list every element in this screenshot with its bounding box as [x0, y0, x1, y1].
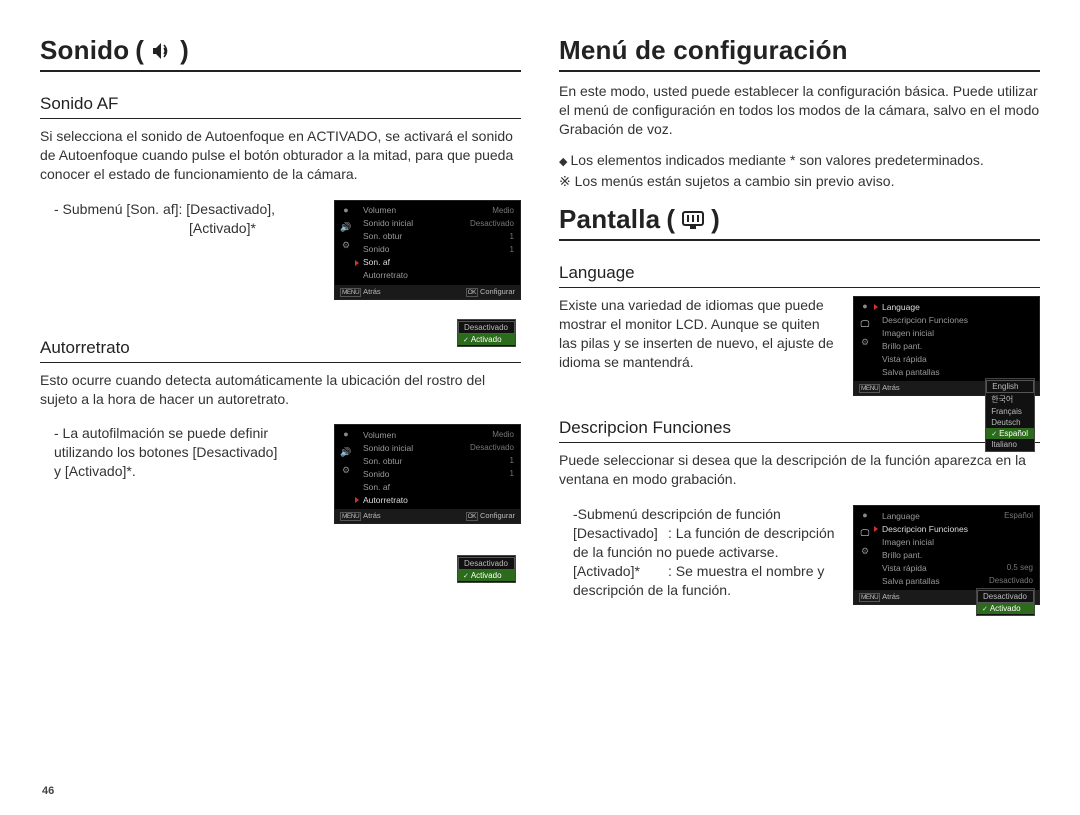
lcd-menu-row: Brillo pant.: [876, 339, 1037, 352]
subheading-descripcion: Descripcion Funciones: [559, 418, 1040, 438]
display-icon: 🖵: [858, 318, 872, 330]
lcd-menu-row: Descripcion Funciones: [876, 313, 1037, 326]
lcd-menu-row: Imagen inicial: [876, 535, 1037, 548]
lcd-menu-row: VolumenMedio: [357, 428, 518, 441]
heading-menu-config: Menú de configuración: [559, 35, 1040, 66]
dot-icon: ●: [858, 509, 872, 521]
speaker-icon: [150, 41, 174, 61]
diamond-icon: ◆: [559, 156, 571, 168]
paren-open: (: [135, 35, 144, 66]
lcd-menu-row: Salva pantallas: [876, 365, 1037, 378]
lcd-option-item: Deutsch: [986, 417, 1034, 428]
lcd-option-item: Activado: [458, 570, 515, 581]
lcd-option-item: 한국어: [986, 393, 1034, 406]
lcd-menu-row: Sonido inicialDesactivado: [357, 441, 518, 454]
lcd-footer: MENUAtrásOKConfigurar: [335, 509, 520, 523]
para-menu-config: En este modo, usted puede establecer la …: [559, 82, 1040, 139]
lcd-menu-row: Autorretrato: [357, 493, 518, 506]
submenu-text-autorretrato: - La autofilmación se puede definir util…: [40, 424, 320, 481]
submenu-line: - La autofilmación se puede definir: [54, 424, 320, 443]
lcd-menu-row: Vista rápida0.5 seg: [876, 561, 1037, 574]
dot-icon: ●: [339, 428, 353, 440]
lcd-menu-row: Son. af: [357, 480, 518, 493]
lcd-menu-row: Descripcion Funciones: [876, 522, 1037, 535]
subheading-sonido-af: Sonido AF: [40, 94, 521, 114]
paren-close: ): [711, 204, 720, 235]
heading-sonido-text: Sonido: [40, 35, 129, 66]
display-icon: [681, 210, 705, 230]
speaker-icon: 🔊: [339, 446, 353, 458]
dot-icon: ●: [339, 204, 353, 216]
dot-icon: ●: [858, 300, 872, 312]
lcd-screenshot-sonaf: ● 🔊 ⚙ VolumenMedioSonido inicialDesactivado…: [334, 200, 521, 300]
lcd-menu-row: Vista rápida: [876, 352, 1037, 365]
lcd-option-item: Desactivado: [977, 590, 1034, 603]
subheading-language: Language: [559, 263, 1040, 283]
submenu-text-sonaf: - Submenú [Son. af]: [Desactivado], [Act…: [40, 200, 320, 238]
lcd-menu-row: Autorretrato: [357, 269, 518, 282]
lcd-menu-row: Salva pantallasDesactivado: [876, 574, 1037, 587]
lcd-screenshot-descripcion: ● 🖵 ⚙ LanguageEspañolDescripcion FuncionesI…: [853, 505, 1040, 605]
heading-pantalla-text: Pantalla: [559, 204, 660, 235]
paren-close: ): [180, 35, 189, 66]
lcd-menu-row: Language: [876, 300, 1037, 313]
lcd-menu-row: Sonido1: [357, 467, 518, 480]
lcd-option-item: Italiano: [986, 439, 1034, 450]
lcd-option-item: Desactivado: [458, 557, 515, 570]
lcd-option-item: English: [986, 380, 1034, 393]
para-language: Existe una variedad de idiomas que puede…: [559, 296, 839, 372]
lcd-menu-row: Brillo pant.: [876, 548, 1037, 561]
submenu-row: [Activado]*: Se muestra el nombre y desc…: [573, 562, 839, 600]
gear-icon: ⚙: [339, 240, 353, 252]
paren-open: (: [666, 204, 675, 235]
lcd-screenshot-autorretrato: ● 🔊 ⚙ VolumenMedioSonido inicialDesactivado…: [334, 424, 521, 524]
lcd-menu-row: Sonido inicialDesactivado: [357, 217, 518, 230]
lcd-option-item: Français: [986, 406, 1034, 417]
para-descripcion: Puede seleccionar si desea que la descri…: [559, 451, 1040, 489]
lcd-menu-row: LanguageEspañol: [876, 509, 1037, 522]
lcd-menu-row: Sonido1: [357, 243, 518, 256]
gear-icon: ⚙: [339, 464, 353, 476]
left-column: Sonido ( ) Sonido AF Si selecciona el so…: [40, 35, 521, 795]
right-column: Menú de configuración En este modo, uste…: [559, 35, 1040, 795]
para-autorretrato: Esto ocurre cuando detecta automáticamen…: [40, 371, 521, 409]
lcd-footer: MENUAtrásOKConfigurar: [335, 285, 520, 299]
lcd-menu-row: Son. obtur1: [357, 454, 518, 467]
lcd-menu-row: Imagen inicial: [876, 326, 1037, 339]
para-sonido-af: Si selecciona el sonido de Autoenfoque e…: [40, 127, 521, 184]
display-icon: 🖵: [858, 527, 872, 539]
lcd-screenshot-language: ● 🖵 ⚙ LanguageDescripcion FuncionesImagen i…: [853, 296, 1040, 396]
subheading-autorretrato: Autorretrato: [40, 338, 521, 358]
heading-sonido: Sonido ( ): [40, 35, 521, 66]
speaker-icon: 🔊: [339, 222, 353, 234]
submenu-line: utilizando los botones [Desactivado]: [54, 443, 320, 462]
submenu-text-descripcion: -Submenú descripción de función [Desacti…: [559, 505, 839, 599]
submenu-line: -Submenú descripción de función: [573, 505, 839, 524]
lcd-menu-row: Son. af: [357, 256, 518, 269]
heading-pantalla: Pantalla ( ): [559, 204, 1040, 235]
lcd-option-item: Desactivado: [458, 321, 515, 334]
bullet-change-notice: ※ Los menús están sujetos a cambio sin p…: [559, 172, 1040, 191]
submenu-line: [Activado]*: [54, 219, 320, 238]
lcd-option-item: Activado: [977, 603, 1034, 614]
gear-icon: ⚙: [858, 545, 872, 557]
lcd-menu-row: Son. obtur1: [357, 230, 518, 243]
lcd-option-item: Español: [986, 428, 1034, 439]
submenu-line: - Submenú [Son. af]: [Desactivado],: [54, 200, 320, 219]
submenu-row: [Desactivado]: La función de descripción…: [573, 524, 839, 562]
bullet-defaults: ◆ Los elementos indicados mediante * son…: [559, 151, 1040, 170]
lcd-option-item: Activado: [458, 334, 515, 345]
page-number: 46: [42, 785, 54, 797]
submenu-line: y [Activado]*.: [54, 462, 320, 481]
lcd-menu-row: VolumenMedio: [357, 204, 518, 217]
gear-icon: ⚙: [858, 336, 872, 348]
